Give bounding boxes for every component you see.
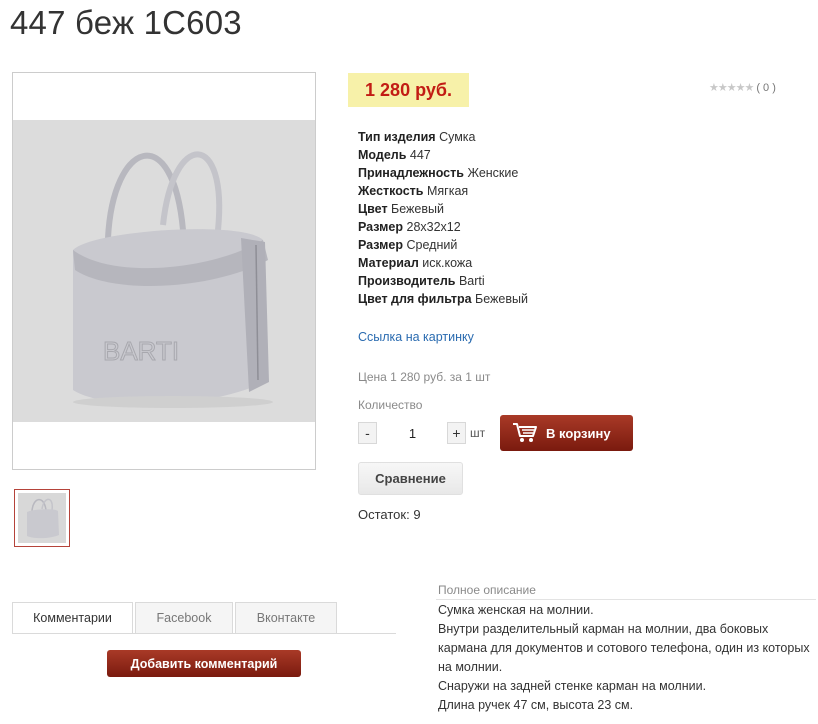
rating[interactable]: ★★★★★ ( 0 )	[709, 81, 776, 95]
description-line: Сумка женская на молнии.	[438, 603, 594, 617]
quantity-input[interactable]: 1	[380, 422, 445, 444]
compare-button[interactable]: Сравнение	[358, 462, 463, 495]
cart-icon	[513, 423, 537, 442]
spec-row: Производитель Barti	[358, 272, 528, 290]
handbag-illustration: BARTI	[73, 151, 273, 408]
tab-vkontakte[interactable]: Вконтакте	[235, 602, 337, 633]
rating-count: ( 0 )	[756, 81, 776, 94]
handbag-photo: BARTI	[13, 120, 315, 422]
image-link[interactable]: Ссылка на картинку	[358, 330, 474, 344]
spec-label: Цвет	[358, 202, 388, 216]
spec-row: Цвет Бежевый	[358, 200, 528, 218]
description-body: Сумка женская на молнии. Внутри разделит…	[438, 601, 810, 715]
product-title: 447 беж 1С603	[10, 4, 242, 41]
spec-label: Размер	[358, 238, 404, 252]
bag-logo-mark: BARTI	[103, 336, 179, 366]
spec-row: Тип изделия Сумка	[358, 128, 528, 146]
spec-value: Средний	[406, 238, 458, 252]
spec-label: Тип изделия	[358, 130, 436, 144]
quantity-label: Количество	[358, 398, 423, 412]
spec-value: Мягкая	[426, 184, 469, 198]
social-tabs: Комментарии Facebook Вконтакте	[12, 602, 339, 634]
stock-count: Остаток: 9	[358, 507, 421, 522]
price-box: 1 280 руб.	[348, 73, 469, 107]
description-line: Снаружи на задней стенке карман на молни…	[438, 679, 707, 693]
add-to-cart-button[interactable]: В корзину	[500, 415, 633, 451]
spec-label: Принадлежность	[358, 166, 464, 180]
star-rating-icon[interactable]: ★★★★★	[709, 81, 754, 94]
product-specs: Тип изделия Сумка Модель 447 Принадлежно…	[358, 128, 528, 308]
spec-row: Цвет для фильтра Бежевый	[358, 290, 528, 308]
spec-label: Размер	[358, 220, 404, 234]
spec-row: Модель 447	[358, 146, 528, 164]
spec-value: 28x32x12	[406, 220, 461, 234]
description-line: Внутри разделительный карман на молнии, …	[438, 622, 810, 674]
spec-label: Жесткость	[358, 184, 424, 198]
spec-value: Бежевый	[475, 292, 528, 306]
spec-value: Женские	[467, 166, 519, 180]
spec-row: Материал иск.кожа	[358, 254, 528, 272]
tab-facebook[interactable]: Facebook	[135, 602, 233, 633]
tabs-divider	[12, 633, 396, 634]
spec-row: Жесткость Мягкая	[358, 182, 528, 200]
add-comment-button[interactable]: Добавить комментарий	[107, 650, 301, 677]
spec-value: Бежевый	[391, 202, 444, 216]
description-title: Полное описание	[438, 583, 536, 597]
spec-label: Производитель	[358, 274, 456, 288]
description-divider	[436, 599, 816, 600]
quantity-decrease-button[interactable]: -	[358, 422, 377, 444]
tab-comments[interactable]: Комментарии	[12, 602, 133, 634]
product-main-image[interactable]: BARTI	[12, 72, 316, 470]
add-to-cart-label: В корзину	[546, 425, 611, 441]
spec-row: Размер Средний	[358, 236, 528, 254]
product-thumbnail[interactable]	[14, 489, 70, 547]
spec-label: Модель	[358, 148, 407, 162]
product-price: 1 280 руб.	[365, 79, 452, 100]
description-line: Длина ручек 47 см, высота 23 см.	[438, 698, 634, 712]
spec-row: Размер 28x32x12	[358, 218, 528, 236]
spec-value: Barti	[458, 274, 485, 288]
spec-value: иск.кожа	[422, 256, 473, 270]
spec-value: Сумка	[439, 130, 476, 144]
spec-value: 447	[409, 148, 431, 162]
spec-label: Материал	[358, 256, 419, 270]
spec-label: Цвет для фильтра	[358, 292, 472, 306]
thumbnail-image	[18, 493, 66, 543]
unit-price: Цена 1 280 руб. за 1 шт	[358, 370, 491, 384]
quantity-unit: шт	[470, 426, 486, 440]
spec-row: Принадлежность Женские	[358, 164, 528, 182]
quantity-increase-button[interactable]: +	[447, 422, 466, 444]
